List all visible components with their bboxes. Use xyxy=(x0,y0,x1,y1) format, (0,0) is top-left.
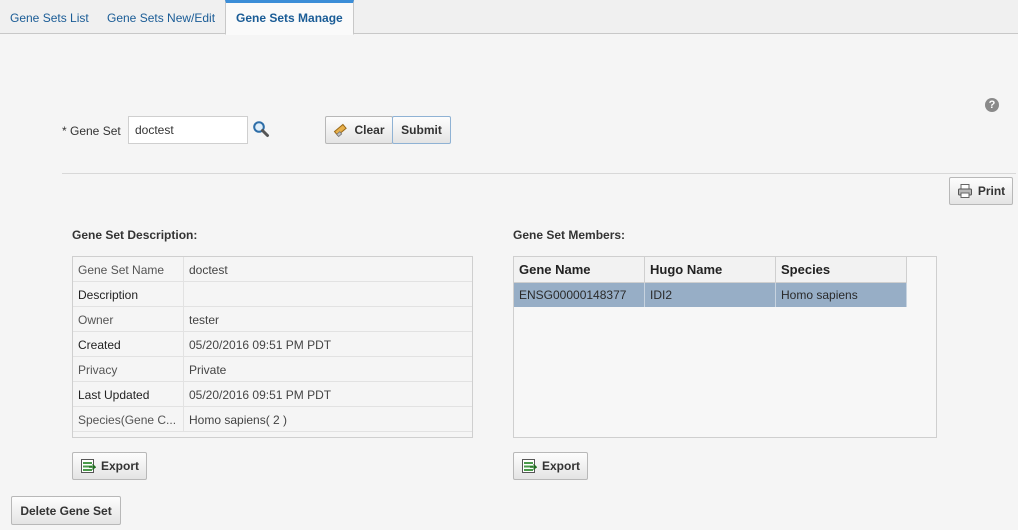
description-row: Description xyxy=(73,282,472,307)
export-button-label: Export xyxy=(100,459,139,473)
help-icon[interactable]: ? xyxy=(985,98,999,112)
table-cell-species: Homo sapiens xyxy=(776,283,907,307)
search-icon[interactable] xyxy=(252,120,270,138)
description-row-label: Created xyxy=(78,338,121,352)
description-row-value: 05/20/2016 09:51 PM PDT xyxy=(189,338,332,352)
description-row-label: Description xyxy=(78,288,139,302)
export-members-button[interactable]: Export xyxy=(513,452,588,480)
export-description-button[interactable]: Export xyxy=(72,452,147,480)
tab-gene-sets-manage[interactable]: Gene Sets Manage xyxy=(225,0,354,35)
export-button-label: Export xyxy=(541,459,580,473)
table-cell-gene-name: ENSG00000148377 xyxy=(514,283,645,307)
section-divider xyxy=(62,173,1016,174)
description-row-label: Species(Gene C... xyxy=(78,413,177,427)
column-header-gene-name[interactable]: Gene Name xyxy=(514,257,645,283)
submit-button-label: Submit xyxy=(401,123,442,137)
export-icon xyxy=(521,458,537,474)
description-row-value: tester xyxy=(189,313,220,327)
column-header-hugo-name[interactable]: Hugo Name xyxy=(645,257,776,283)
gene-set-input[interactable] xyxy=(128,116,248,144)
gene-set-members-title: Gene Set Members: xyxy=(513,228,626,242)
tab-bar: Gene Sets List Gene Sets New/Edit Gene S… xyxy=(0,0,1018,35)
tab-gene-sets-new-edit[interactable]: Gene Sets New/Edit xyxy=(97,0,225,34)
print-button-label: Print xyxy=(977,184,1006,198)
submit-button[interactable]: Submit xyxy=(392,116,451,144)
description-row: Privacy Private xyxy=(73,357,472,382)
print-button[interactable]: Print xyxy=(949,177,1013,205)
column-header-species[interactable]: Species xyxy=(776,257,907,283)
table-cell-hugo-name: IDI2 xyxy=(645,283,776,307)
description-row-value: Homo sapiens( 2 ) xyxy=(189,413,288,427)
description-row-value: Private xyxy=(189,363,227,377)
description-row: Created 05/20/2016 09:51 PM PDT xyxy=(73,332,472,357)
gene-set-label: * Gene Set xyxy=(62,124,121,138)
tab-gene-sets-list[interactable]: Gene Sets List xyxy=(0,0,99,34)
gene-set-members-table: Gene Name Hugo Name Species ENSG00000148… xyxy=(513,256,937,438)
description-row-value: doctest xyxy=(189,263,228,277)
delete-gene-set-button[interactable]: Delete Gene Set xyxy=(11,496,121,525)
description-row-label: Last Updated xyxy=(78,388,150,402)
clear-button[interactable]: Clear xyxy=(325,116,393,144)
description-row: Owner tester xyxy=(73,307,472,332)
delete-gene-set-label: Delete Gene Set xyxy=(20,503,112,518)
description-row: Species(Gene C... Homo sapiens( 2 ) xyxy=(73,407,472,432)
gene-set-description-panel: Gene Set Name doctest Description Owner … xyxy=(72,256,473,438)
clear-button-label: Clear xyxy=(354,123,385,137)
description-row-label: Owner xyxy=(78,313,114,327)
description-row-label: Gene Set Name xyxy=(78,263,165,277)
eraser-icon xyxy=(333,122,349,138)
description-row: Last Updated 05/20/2016 09:51 PM PDT xyxy=(73,382,472,407)
description-row-label: Privacy xyxy=(78,363,118,377)
description-row: Gene Set Name doctest xyxy=(73,257,472,282)
export-icon xyxy=(80,458,96,474)
description-row-value: 05/20/2016 09:51 PM PDT xyxy=(189,388,332,402)
printer-icon xyxy=(957,183,973,199)
gene-set-description-title: Gene Set Description: xyxy=(72,228,198,242)
